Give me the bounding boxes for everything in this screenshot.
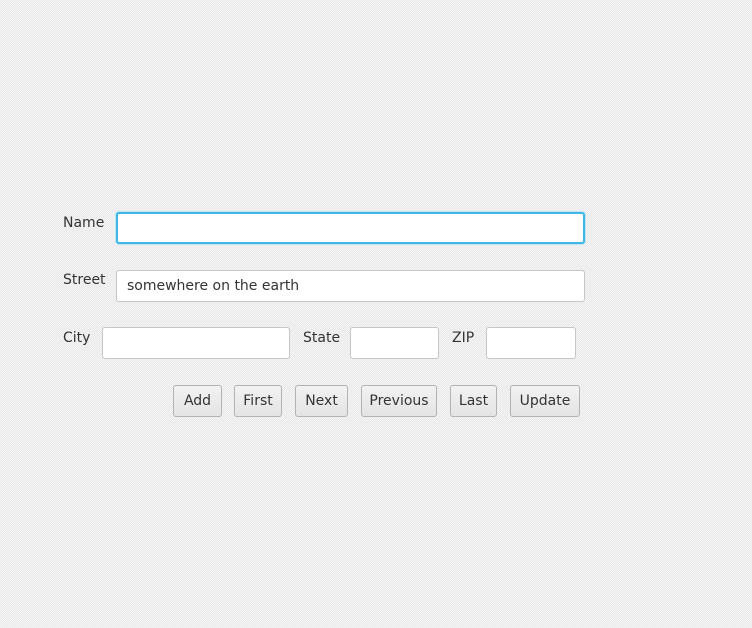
city-label: City [63,330,91,346]
state-label: State [303,330,341,346]
city-field[interactable] [102,327,290,359]
previous-button[interactable]: Previous [361,385,437,417]
update-button[interactable]: Update [510,385,580,417]
zip-label: ZIP [452,330,475,346]
state-field[interactable] [350,327,439,359]
last-button[interactable]: Last [450,385,497,417]
next-button[interactable]: Next [295,385,348,417]
street-field[interactable]: somewhere on the earth [116,270,585,302]
name-field[interactable] [116,212,585,244]
street-label: Street [63,272,106,288]
zip-field[interactable] [486,327,576,359]
add-button[interactable]: Add [173,385,222,417]
name-label: Name [63,215,105,231]
first-button[interactable]: First [234,385,282,417]
